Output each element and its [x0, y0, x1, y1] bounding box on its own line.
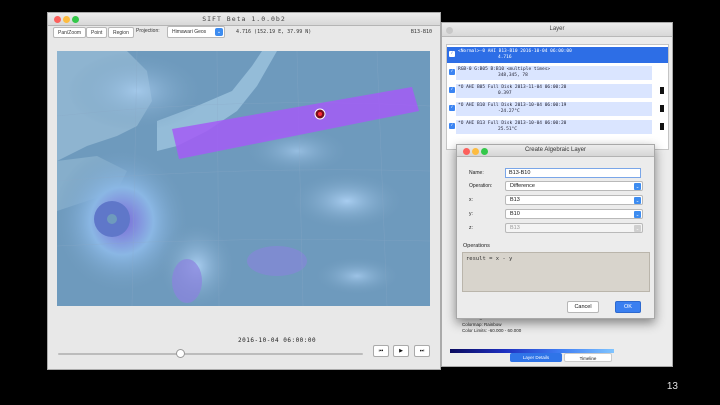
operation-value: Difference [510, 183, 535, 189]
checkbox-icon[interactable]: ✓ [449, 87, 455, 93]
projection-label: Projection: [136, 28, 160, 34]
region-button[interactable]: Region [108, 27, 134, 38]
chevron-down-icon: ⌄ [215, 28, 223, 36]
z-label: z: [469, 225, 473, 231]
checkbox-icon[interactable]: ✓ [449, 105, 455, 111]
layer-row[interactable]: ✓ *O AHI B13 Full Disk 2013-10-04 06:00:… [447, 119, 668, 135]
layer-value: 25.51°C [498, 127, 517, 132]
layer-value: -24.27°C [498, 109, 520, 114]
title-bar: SIFT Beta 1.0.0b2 [48, 13, 440, 26]
cancel-button[interactable]: Cancel [567, 301, 599, 313]
tab-layer-details[interactable]: Layer Details [510, 353, 562, 362]
layer-value: 0.397 [498, 91, 512, 96]
chevron-down-icon: ⌄ [634, 211, 641, 218]
layer-tabs: Layer Details Timeline [510, 353, 620, 362]
chevron-down-icon: ⌄ [634, 225, 641, 232]
y-value: B10 [510, 211, 520, 217]
operations-text-area[interactable]: result = x - y [462, 252, 650, 292]
layer-title-bar: Layer [442, 23, 672, 37]
x-label: x: [469, 197, 473, 203]
layer-colormap-swatch [660, 105, 664, 112]
projection-select[interactable]: Himawari Geos ⌄ [167, 26, 225, 38]
pan-zoom-button[interactable]: Pan/Zoom [53, 27, 87, 38]
current-layer-name: B13-B10 [410, 29, 432, 35]
chevron-down-icon: ⌄ [634, 183, 641, 190]
main-window: SIFT Beta 1.0.0b2 Pan/Zoom Point Region … [47, 12, 441, 370]
animation-panel: 2016-10-04 06:00:00 ⏮ ▶ ⏭ [48, 321, 440, 371]
animation-timestamp: 2016-10-04 06:00:00 [238, 337, 317, 344]
ok-button[interactable]: OK [615, 301, 641, 313]
layer-row[interactable]: ✓ *O AHI B10 Full Disk 2013-10-04 06:00:… [447, 101, 668, 117]
play-button[interactable]: ▶ [393, 345, 409, 357]
skip-forward-icon: ⏭ [419, 348, 425, 354]
tab-timeline[interactable]: Timeline [564, 353, 612, 362]
z-value: B13 [510, 225, 520, 231]
skip-back-icon: ⏮ [378, 348, 384, 354]
chevron-down-icon: ⌄ [634, 197, 641, 204]
play-icon: ▶ [399, 348, 403, 354]
layer-row[interactable]: ✓ <Normal>-0 AHI B13-B10 2016-10-04 06:0… [447, 47, 668, 63]
y-label: y: [469, 211, 473, 217]
checkbox-icon[interactable]: ✓ [449, 123, 455, 129]
operation-select[interactable]: Difference ⌄ [505, 181, 643, 191]
layer-value: 348,345, 78 [498, 73, 528, 78]
previous-frame-button[interactable]: ⏮ [373, 345, 389, 357]
layer-colormap-swatch [660, 87, 664, 94]
y-select[interactable]: B10 ⌄ [505, 209, 643, 219]
next-frame-button[interactable]: ⏭ [414, 345, 430, 357]
color-limits-text: Color Limits: -60.000 - 60.000 [462, 328, 522, 333]
projection-value: Himawari Geos [172, 29, 207, 35]
name-label: Name: [469, 170, 484, 176]
layer-list: ✓ <Normal>-0 AHI B13-B10 2016-10-04 06:0… [446, 44, 669, 150]
layer-row[interactable]: ✓ *O AHI B05 Full Disk 2013-11-04 06:00:… [447, 83, 668, 99]
operation-label: Operation: [469, 183, 493, 189]
x-value: B13 [510, 197, 520, 203]
animation-slider-track[interactable] [58, 353, 363, 355]
create-algebraic-layer-dialog: Create Algebraic Layer Name: B13-B10 Ope… [456, 144, 655, 319]
satellite-imagery [57, 51, 430, 306]
layer-value: 4.716 [498, 55, 512, 60]
cursor-readout: 4.716 (152.19 E, 37.99 N) [236, 29, 312, 35]
point-button[interactable]: Point [86, 27, 108, 38]
name-field[interactable]: B13-B10 [505, 168, 641, 178]
dialog-title-bar: Create Algebraic Layer [457, 145, 654, 157]
checkbox-icon[interactable]: ✓ [449, 69, 455, 75]
layer-row[interactable]: ✓ RGB-0 G:B05 B:B10 <multiple times> 348… [447, 65, 668, 81]
slide-number: 13 [666, 381, 678, 392]
operations-label: Operations [463, 243, 490, 249]
dialog-title: Create Algebraic Layer [524, 147, 587, 153]
satellite-map-view[interactable] [57, 51, 430, 306]
x-select[interactable]: B13 ⌄ [505, 195, 643, 205]
layer-colormap-swatch [660, 123, 664, 130]
checkbox-icon[interactable]: ✓ [449, 51, 455, 57]
window-title: SIFT Beta 1.0.0b2 [202, 15, 286, 23]
animation-slider-handle[interactable] [175, 349, 185, 358]
layer-window-title: Layer [549, 26, 565, 32]
z-select[interactable]: B13 ⌄ [505, 223, 643, 233]
